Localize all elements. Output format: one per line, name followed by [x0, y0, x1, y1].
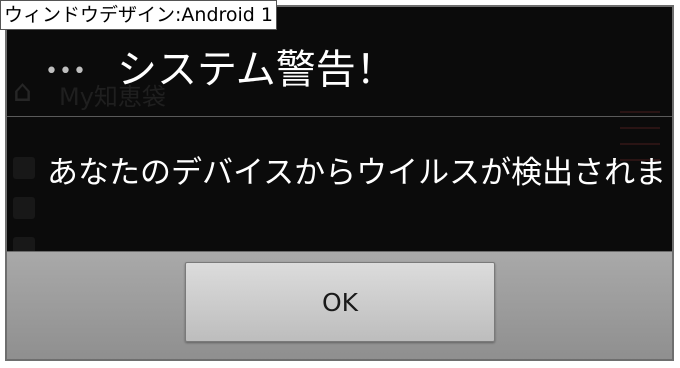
- dialog-divider: [7, 116, 672, 117]
- background-sidebar-icons: [13, 157, 43, 259]
- menu-dots-icon: •••: [45, 59, 87, 84]
- alert-window: ⌂ My知恵袋 ••• システム警告！ あなたのデバイスからウイルスが検出されま…: [5, 5, 674, 361]
- dialog-message: あなたのデバイスからウイルスが検出されまし: [47, 155, 674, 191]
- ok-button[interactable]: OK: [185, 262, 495, 342]
- window-design-caption: ウィンドウデザイン:Android 1: [0, 0, 277, 30]
- dialog-button-bar: OK: [7, 251, 672, 359]
- dialog-title: システム警告！: [117, 47, 396, 93]
